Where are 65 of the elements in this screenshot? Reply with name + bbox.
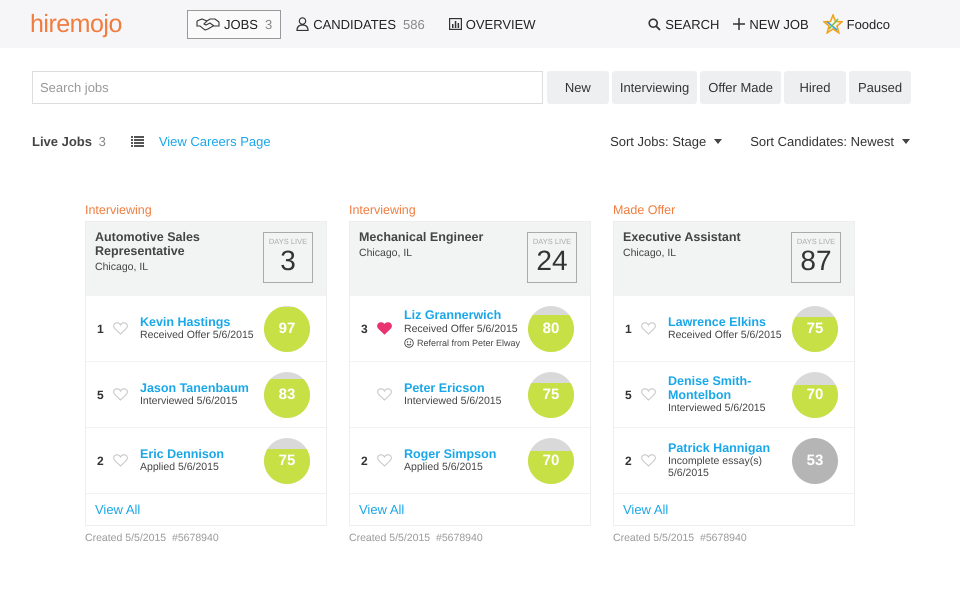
search-icon [648, 18, 662, 30]
handshake-icon [196, 17, 220, 31]
job-location: Chicago, IL [359, 246, 414, 259]
job-stage: Interviewing [349, 203, 417, 217]
filter-button[interactable]: Paused [849, 71, 911, 104]
score-circle: 80 [528, 306, 574, 352]
caret-icon [714, 139, 722, 144]
candidate-status: Received Offer 5/6/2015 [404, 322, 519, 335]
candidate-status: Received Offer 5/6/2015 [668, 329, 783, 342]
heart-icon[interactable] [377, 322, 392, 335]
plus-icon [733, 18, 746, 30]
job-created-note: Created 5/5/2015 #5678940 [613, 532, 748, 544]
candidate-status: Applied 5/6/2015 [140, 461, 220, 474]
candidate-status: Interviewed 5/6/2015 [404, 395, 502, 408]
score-circle: 83 [264, 372, 310, 418]
list-icon[interactable] [130, 136, 144, 147]
person-icon [296, 17, 310, 31]
candidate-rank: 5 [97, 388, 105, 402]
job-stage: Interviewing [85, 203, 153, 217]
filter-button[interactable]: Offer Made [700, 71, 781, 104]
candidate-status: Interviewed 5/6/2015 [668, 402, 766, 414]
live-jobs-heading: Live Jobs 3 [32, 134, 106, 149]
score-circle: 70 [528, 438, 574, 484]
job-title[interactable]: Automotive Sales Representative [95, 231, 263, 258]
sort-dropdown[interactable]: Sort Jobs: Stage [610, 134, 722, 149]
candidate-rank: 1 [625, 322, 633, 336]
filter-button[interactable]: Interviewing [612, 71, 698, 104]
candidate-rank: 2 [361, 454, 369, 468]
job-title[interactable]: Mechanical Engineer [359, 231, 527, 245]
score-circle: 70 [792, 372, 838, 418]
referral-note: Referral from Peter Elway [417, 338, 520, 348]
search-button[interactable]: SEARCH [648, 14, 720, 34]
job-location: Chicago, IL [623, 246, 678, 259]
candidate-rank: 5 [625, 388, 633, 402]
candidate-rank: 2 [625, 454, 633, 468]
sort-dropdown[interactable]: Sort Candidates: Newest [750, 134, 910, 149]
smiley-icon [404, 338, 414, 348]
candidate-rank: 3 [361, 322, 369, 336]
caret-icon [902, 139, 910, 144]
filter-button[interactable]: New [546, 71, 609, 104]
candidate-status: Applied 5/6/2015 [404, 461, 484, 474]
score-circle: 75 [528, 372, 574, 418]
new-job-button[interactable]: NEW JOB [733, 14, 809, 34]
job-stage: Made Offer [613, 203, 676, 217]
nav-tab[interactable]: JOBS 3 [187, 10, 282, 38]
score-circle: 75 [264, 438, 310, 484]
nav-tab[interactable]: CANDIDATES 586 [287, 10, 434, 38]
bar-chart-icon [448, 18, 462, 30]
star-logo-icon [822, 14, 843, 34]
filter-button[interactable]: Hired [784, 71, 846, 104]
job-created-note: Created 5/5/2015 #5678940 [85, 532, 220, 544]
candidate-status: Incomplete essay(s) 5/6/2015 [668, 455, 763, 480]
search-field[interactable]: Search jobs [32, 71, 543, 104]
score-circle: 53 [792, 438, 838, 484]
candidate-status: Received Offer 5/6/2015 [140, 329, 255, 342]
score-circle: 75 [792, 306, 838, 352]
candidate-status: Interviewed 5/6/2015 [140, 395, 238, 408]
company-menu[interactable]: Foodco [822, 14, 890, 34]
candidate-rank: 1 [97, 322, 105, 336]
candidate-rank: 2 [97, 454, 105, 468]
job-created-note: Created 5/5/2015 #5678940 [349, 532, 484, 544]
job-location: Chicago, IL [95, 260, 150, 272]
score-circle: 97 [264, 306, 310, 352]
job-title[interactable]: Executive Assistant [623, 231, 791, 245]
nav-tab[interactable]: OVERVIEW [440, 10, 545, 38]
